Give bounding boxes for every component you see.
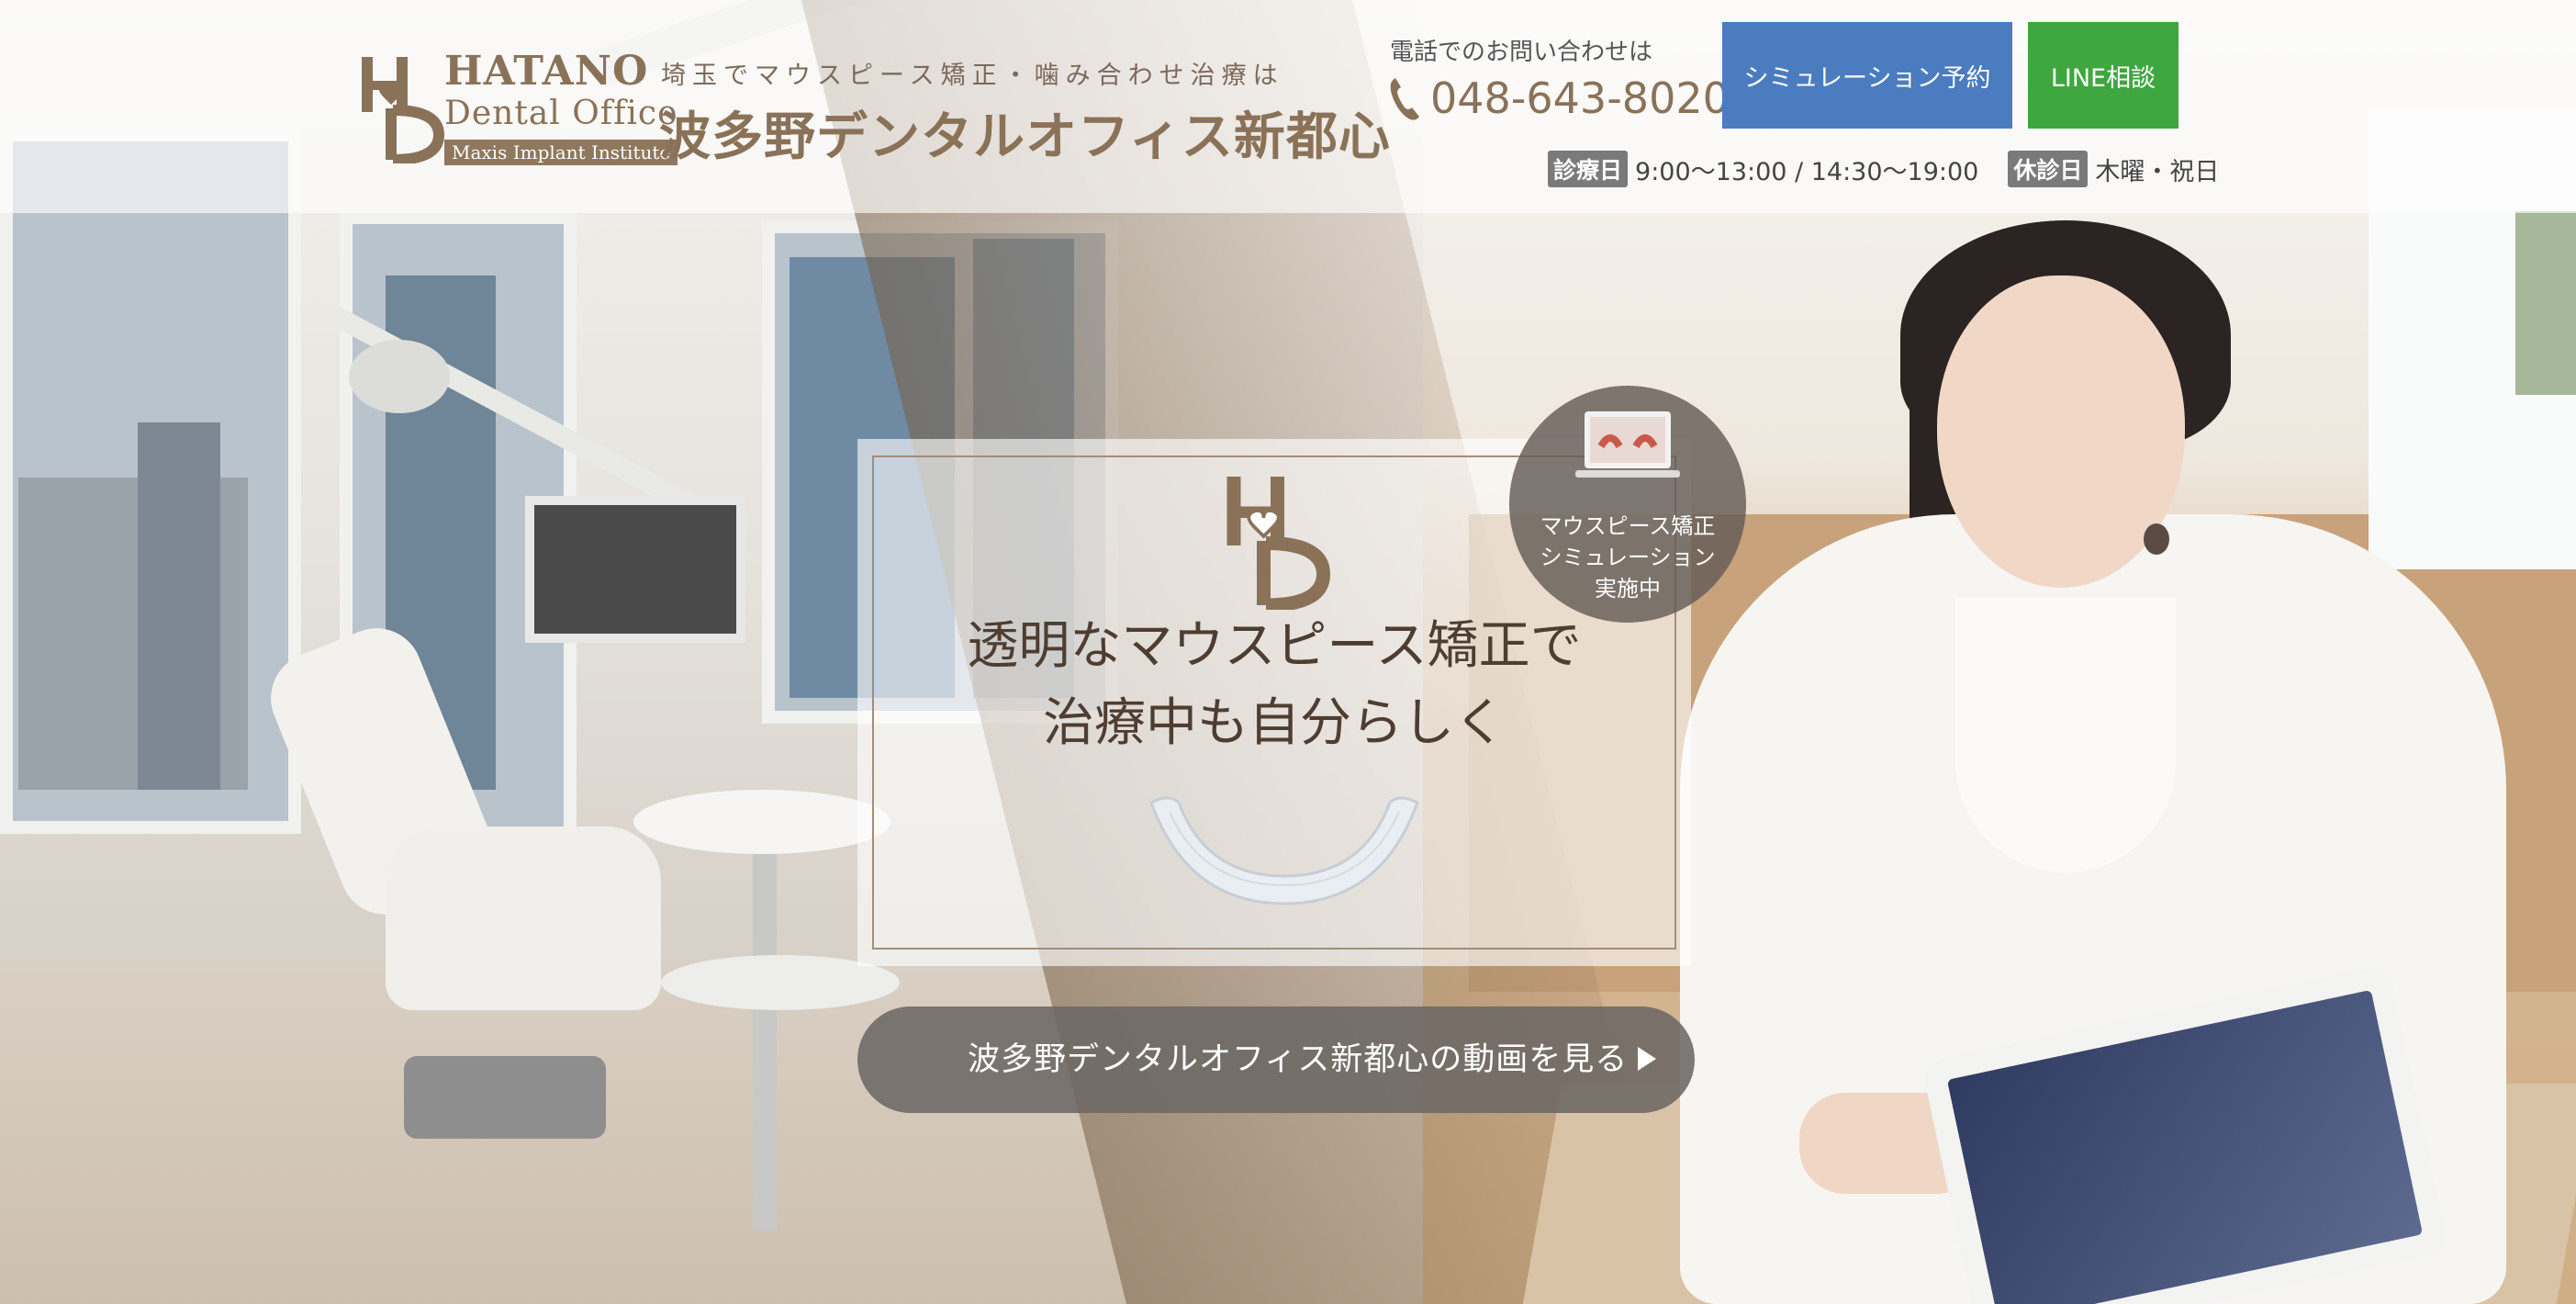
closed-days: 木曜・祝日 xyxy=(2095,157,2220,186)
earring xyxy=(2144,523,2169,555)
logo-line-1: HATANO xyxy=(444,48,649,95)
dental-chair-seat xyxy=(386,826,661,1010)
doctor-collar xyxy=(1955,597,2176,872)
dental-chair-base xyxy=(404,1056,606,1139)
hd-logo-icon xyxy=(1226,477,1331,610)
badge-line-2: シミュレーション xyxy=(1540,545,1716,570)
aligner-image xyxy=(1149,796,1419,905)
hero-title-line-2: 治療中も自分らしく xyxy=(1043,693,1506,753)
office-hours: 診療日 9:00〜13:00 / 14:30〜19:00 休診日 木曜・祝日 xyxy=(1548,151,2219,187)
badge-line-1: マウスピース矯正 xyxy=(1540,513,1716,539)
phone-icon xyxy=(1390,78,1419,120)
badge-text: マウスピース矯正 シミュレーション 実施中 xyxy=(1509,511,1746,604)
stool-seat xyxy=(633,790,890,854)
phone-number: 048-643-8020 xyxy=(1430,73,1730,123)
building xyxy=(138,422,220,790)
laptop-icon xyxy=(1575,411,1680,478)
simulation-badge[interactable]: マウスピース矯正 シミュレーション 実施中 xyxy=(1509,386,1746,623)
hd-logo-icon xyxy=(362,57,444,163)
tagline: 埼玉でマウスピース矯正・噛み合わせ治療は xyxy=(661,62,1284,90)
watch-video-button[interactable]: 波多野デンタルオフィス新都心の動画を見る xyxy=(857,1006,1695,1113)
monitor xyxy=(525,496,745,643)
hero-title: 透明なマウスピース矯正で 治療中も自分らしく xyxy=(857,608,1691,762)
logo-line-3: Maxis Implant Institute xyxy=(444,140,678,165)
stool-pole xyxy=(753,845,777,1231)
open-days-tag: 診療日 xyxy=(1548,151,1629,187)
watch-video-label: 波多野デンタルオフィス新都心の動画を見る xyxy=(968,1041,1629,1078)
badge-line-3: 実施中 xyxy=(1595,576,1661,601)
simulation-reservation-button[interactable]: シミュレーション予約 xyxy=(1722,22,2012,129)
line-consult-button[interactable]: LINE相談 xyxy=(2028,22,2178,129)
closed-days-tag: 休診日 xyxy=(2008,151,2089,187)
phone-link[interactable]: 048-643-8020 xyxy=(1388,73,1730,123)
hero-title-line-1: 透明なマウスピース矯正で xyxy=(967,616,1582,676)
window-plant xyxy=(2515,211,2576,395)
dental-lamp xyxy=(349,340,450,413)
logo-text: HATANO Dental Office Maxis Implant Insti… xyxy=(444,51,678,165)
logo-line-2: Dental Office xyxy=(444,95,678,132)
clinic-name: 波多野デンタルオフィス新都心 xyxy=(659,107,1391,167)
open-hours: 9:00〜13:00 / 14:30〜19:00 xyxy=(1635,157,1979,186)
play-icon xyxy=(1638,1047,1656,1071)
phone-label: 電話でのお問い合わせは xyxy=(1390,39,1653,66)
